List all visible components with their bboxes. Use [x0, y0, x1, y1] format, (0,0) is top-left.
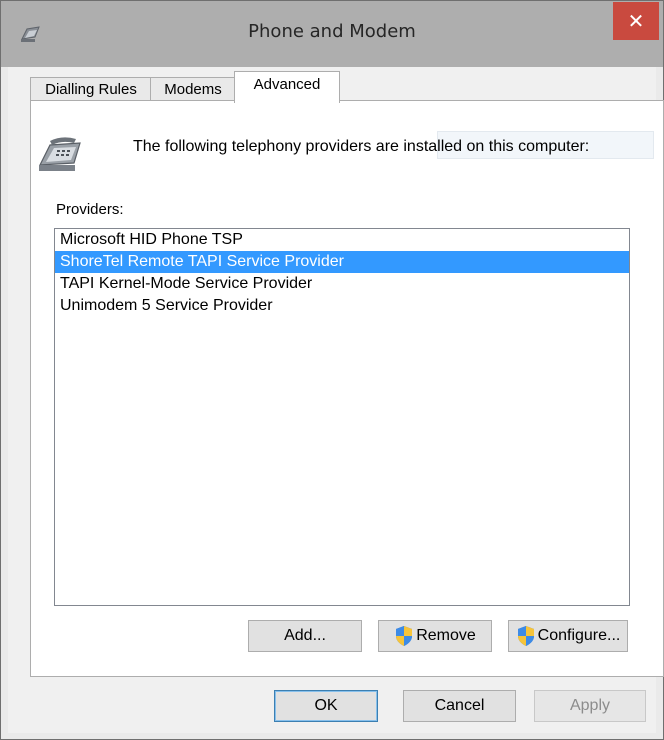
close-button[interactable]: ✕ — [613, 2, 659, 40]
tab-dialling-rules[interactable]: Dialling Rules — [30, 77, 152, 102]
window-title: Phone and Modem — [248, 21, 416, 42]
phone-and-modem-dialog: Phone and Modem ✕ Dialling Rules Modems … — [0, 0, 664, 740]
providers-label: Providers: — [56, 201, 124, 218]
telephone-icon — [38, 137, 81, 171]
title-bar[interactable]: Phone and Modem ✕ — [1, 1, 663, 67]
list-item[interactable]: Microsoft HID Phone TSP — [55, 229, 629, 251]
apply-button[interactable]: Apply — [534, 690, 646, 722]
ok-button-label: OK — [314, 697, 338, 714]
list-item[interactable]: TAPI Kernel-Mode Service Provider — [55, 273, 629, 295]
add-button-label: Add... — [284, 627, 326, 644]
intro-text: The following telephony providers are in… — [133, 138, 590, 155]
providers-listbox[interactable]: Microsoft HID Phone TSP ShoreTel Remote … — [54, 228, 630, 606]
list-item-selected[interactable]: ShoreTel Remote TAPI Service Provider — [55, 251, 629, 273]
cancel-button[interactable]: Cancel — [403, 690, 516, 722]
ok-button[interactable]: OK — [274, 690, 378, 722]
configure-button-label: Configure... — [537, 627, 621, 644]
remove-button[interactable]: Remove — [378, 620, 492, 652]
tab-advanced[interactable]: Advanced — [234, 71, 340, 103]
tab-modems[interactable]: Modems — [150, 77, 236, 102]
list-item[interactable]: Unimodem 5 Service Provider — [55, 295, 629, 317]
add-button[interactable]: Add... — [248, 620, 362, 652]
uac-shield-icon — [396, 626, 413, 646]
close-icon: ✕ — [627, 9, 645, 33]
uac-shield-icon — [517, 626, 534, 646]
apply-button-label: Apply — [569, 697, 611, 714]
remove-button-label: Remove — [416, 627, 476, 644]
configure-button[interactable]: Configure... — [508, 620, 628, 652]
cancel-button-label: Cancel — [434, 697, 485, 714]
